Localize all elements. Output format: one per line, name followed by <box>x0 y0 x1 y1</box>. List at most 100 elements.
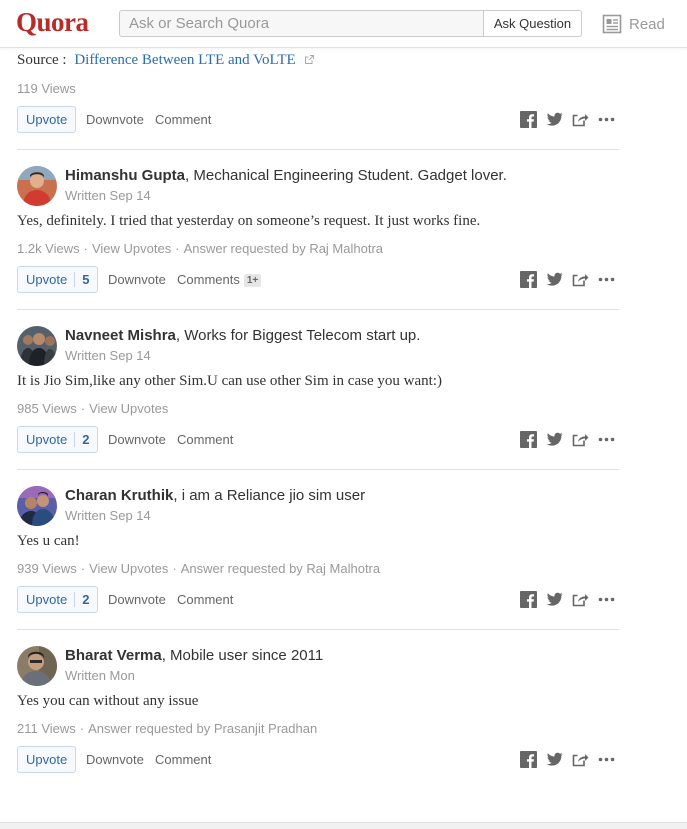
twitter-icon[interactable] <box>546 591 563 608</box>
answer-text: Yes u can! <box>17 533 80 549</box>
comment-button[interactable]: Comment <box>177 432 233 447</box>
comment-count-badge: 1+ <box>243 274 262 287</box>
answer-actions: Upvote 5 Downvote Comments 1+ <box>17 266 619 293</box>
share-icon[interactable] <box>572 751 589 768</box>
upvote-button[interactable]: Upvote 5 <box>17 266 99 293</box>
author-line: Navneet Mishra, Works for Biggest Teleco… <box>65 327 420 344</box>
twitter-icon[interactable] <box>546 271 563 288</box>
answer-divider <box>17 629 619 630</box>
upvote-count: 2 <box>82 592 90 607</box>
views-count: 119 Views <box>17 81 76 96</box>
downvote-button[interactable]: Downvote <box>108 272 166 287</box>
share-bar <box>511 751 615 768</box>
answer-actions: Upvote 2 Downvote Comment <box>17 586 619 613</box>
avatar[interactable] <box>17 646 57 686</box>
answer-requested: Answer requested by Raj Malhotra <box>183 241 384 256</box>
avatar[interactable] <box>17 166 57 206</box>
avatar[interactable] <box>17 486 57 526</box>
author-credential: , Mechanical Engineering Student. Gadget… <box>185 167 507 184</box>
written-date[interactable]: Written Sep 14 <box>65 188 151 203</box>
share-icon[interactable] <box>572 431 589 448</box>
share-icon[interactable] <box>572 271 589 288</box>
answer-actions: Upvote 2 Downvote Comment <box>17 426 619 453</box>
share-bar <box>511 591 615 608</box>
downvote-button[interactable]: Downvote <box>108 592 166 607</box>
quora-logo[interactable]: Quora <box>16 7 89 38</box>
external-link-icon <box>305 55 315 64</box>
author-credential: , Mobile user since 2011 <box>161 647 324 664</box>
comment-button[interactable]: Comment <box>177 592 233 607</box>
author-name[interactable]: Bharat Verma <box>65 647 162 664</box>
share-bar <box>511 271 615 288</box>
twitter-icon[interactable] <box>546 111 563 128</box>
answers-feed: Source : Difference Between LTE and VoLT… <box>0 49 687 829</box>
more-icon[interactable] <box>598 431 615 448</box>
top-navbar: Quora Ask Question Read <box>0 0 687 48</box>
answer-actions: Upvote Downvote Comment <box>17 746 619 773</box>
written-date[interactable]: Written Sep 14 <box>65 348 151 363</box>
comment-button[interactable]: Comment <box>155 112 211 127</box>
answer-divider <box>17 309 619 310</box>
source-link[interactable]: Difference Between LTE and VoLTE <box>74 52 295 68</box>
facebook-icon[interactable] <box>520 431 537 448</box>
view-upvotes-link[interactable]: View Upvotes <box>89 401 168 416</box>
ask-question-button[interactable]: Ask Question <box>483 10 582 37</box>
read-icon <box>602 14 622 34</box>
search-input[interactable] <box>119 10 483 37</box>
upvote-button[interactable]: Upvote <box>17 106 77 133</box>
facebook-icon[interactable] <box>520 111 537 128</box>
downvote-button[interactable]: Downvote <box>86 752 144 767</box>
source-label: Source : <box>17 52 67 68</box>
author-line: Bharat Verma, Mobile user since 2011 <box>65 647 323 664</box>
answer-text: Yes you can without any issue <box>17 693 199 709</box>
facebook-icon[interactable] <box>520 751 537 768</box>
author-name[interactable]: Navneet Mishra <box>65 327 176 344</box>
upvote-button[interactable]: Upvote 2 <box>17 586 99 613</box>
author-name[interactable]: Charan Kruthik <box>65 487 173 504</box>
upvote-button[interactable]: Upvote 2 <box>17 426 99 453</box>
share-bar <box>511 431 615 448</box>
more-icon[interactable] <box>598 111 615 128</box>
upvote-count: 5 <box>82 272 90 287</box>
downvote-button[interactable]: Downvote <box>86 112 144 127</box>
upvote-button[interactable]: Upvote <box>17 746 77 773</box>
answer-meta: 119 Views <box>17 81 76 96</box>
page-bottom-border <box>0 822 687 829</box>
comments-button[interactable]: Comments 1+ <box>177 272 262 287</box>
twitter-icon[interactable] <box>546 431 563 448</box>
share-bar <box>511 111 615 128</box>
more-icon[interactable] <box>598 271 615 288</box>
share-icon[interactable] <box>572 591 589 608</box>
downvote-button[interactable]: Downvote <box>108 432 166 447</box>
written-date[interactable]: Written Sep 14 <box>65 508 151 523</box>
share-icon[interactable] <box>572 111 589 128</box>
answer-meta: 939 Views · View Upvotes · Answer requested … <box>17 561 381 576</box>
answer-meta: 985 Views · View Upvotes <box>17 401 169 416</box>
answer-meta: 1.2k Views · View Upvotes · Answer requested… <box>17 241 384 256</box>
facebook-icon[interactable] <box>520 591 537 608</box>
answer-actions: Upvote Downvote Comment <box>17 106 619 133</box>
comment-button[interactable]: Comment <box>155 752 211 767</box>
view-upvotes-link[interactable]: View Upvotes <box>89 561 168 576</box>
facebook-icon[interactable] <box>520 271 537 288</box>
more-icon[interactable] <box>598 751 615 768</box>
upvote-count: 2 <box>82 432 90 447</box>
answer-requested: Answer requested by Prasanjit Pradhan <box>88 721 318 736</box>
answer-text: Yes, definitely. I tried that yesterday … <box>17 213 481 229</box>
written-date[interactable]: Written Mon <box>65 668 135 683</box>
answer-requested: Answer requested by Raj Malhotra <box>180 561 381 576</box>
author-credential: , Works for Biggest Telecom start up. <box>175 327 421 344</box>
views-count: 985 Views <box>17 401 77 416</box>
view-upvotes-link[interactable]: View Upvotes <box>92 241 171 256</box>
answer-meta: 211 Views · Answer requested by Prasanjit … <box>17 721 318 736</box>
twitter-icon[interactable] <box>546 751 563 768</box>
avatar[interactable] <box>17 326 57 366</box>
author-name[interactable]: Himanshu Gupta <box>65 167 185 184</box>
read-nav-item[interactable]: Read <box>602 13 665 35</box>
more-icon[interactable] <box>598 591 615 608</box>
views-count: 211 Views <box>17 721 76 736</box>
read-label: Read <box>629 15 665 33</box>
author-line: Himanshu Gupta, Mechanical Engineering S… <box>65 167 507 184</box>
answer-source: Source : Difference Between LTE and VoLT… <box>17 52 315 69</box>
views-count: 1.2k Views <box>17 241 80 256</box>
